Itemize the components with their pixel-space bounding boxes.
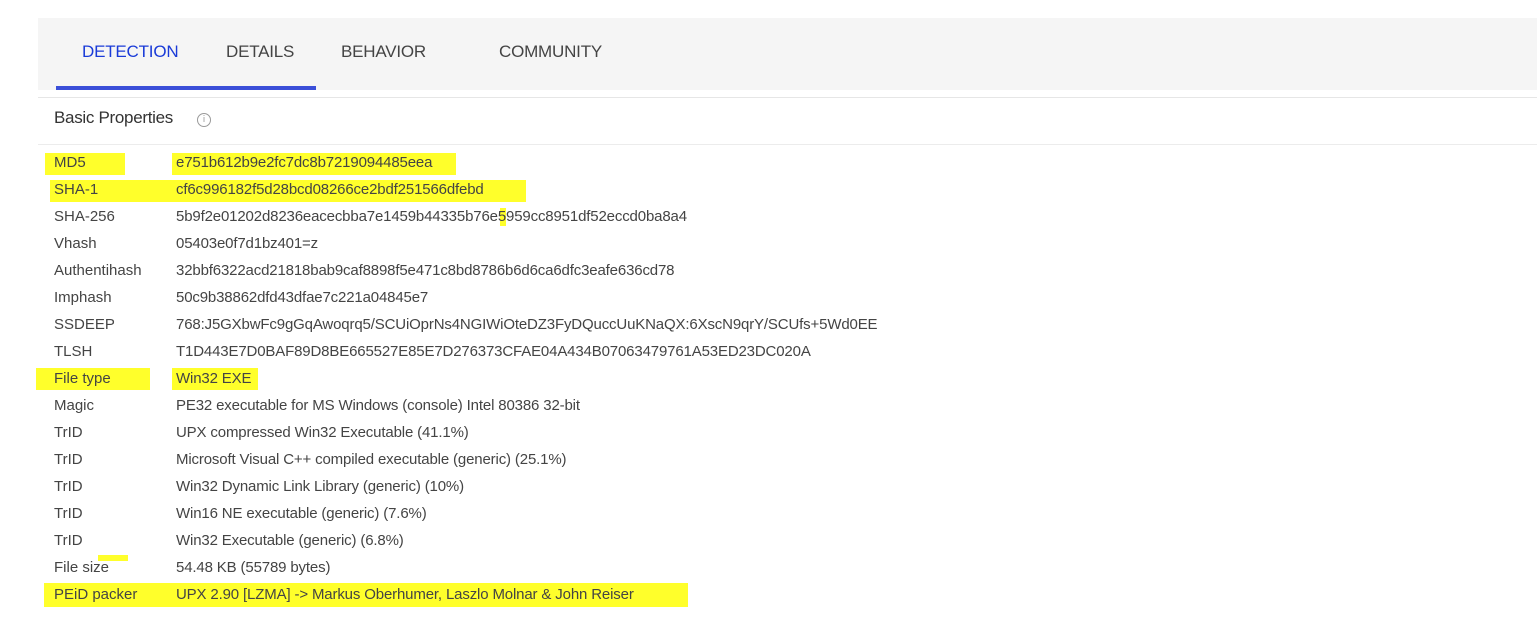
property-key: SSDEEP	[54, 316, 115, 333]
property-value: Win32 EXE	[176, 370, 252, 387]
property-key: PEiD packer	[54, 586, 138, 603]
property-row-sha1: SHA-1 cf6c996182f5d28bcd08266ce2bdf25156…	[0, 177, 1537, 204]
divider	[38, 97, 1537, 98]
property-row-imphash: Imphash 50c9b38862dfd43dfae7c221a04845e7	[0, 285, 1537, 312]
property-key: Vhash	[54, 235, 97, 252]
property-key: File size	[54, 559, 110, 576]
property-key: Imphash	[54, 289, 112, 306]
property-value: e751b612b9e2fc7dc8b7219094485eea	[176, 154, 433, 171]
active-tab-indicator	[56, 86, 316, 90]
property-key: TrID	[54, 424, 83, 441]
property-row-trid: TrID UPX compressed Win32 Executable (41…	[0, 420, 1537, 447]
property-key: TrID	[54, 532, 83, 549]
property-value: 768:J5GXbwFc9gGqAwoqrq5/SCUiOprNs4NGIWiO…	[176, 316, 878, 333]
property-key: SHA-1	[54, 181, 99, 198]
property-key: SHA-256	[54, 208, 115, 225]
property-key: File type	[54, 370, 111, 387]
property-key: TrID	[54, 478, 83, 495]
info-icon[interactable]: i	[197, 113, 211, 127]
property-key: TrID	[54, 451, 83, 468]
property-value: PE32 executable for MS Windows (console)…	[176, 397, 580, 414]
property-key: TrID	[54, 505, 83, 522]
property-row-sha256: SHA-256 5b9f2e01202d8236eacecbba7e1459b4…	[0, 204, 1537, 231]
property-row-trid: TrID Win32 Dynamic Link Library (generic…	[0, 474, 1537, 501]
tab-behavior[interactable]: BEHAVIOR	[341, 18, 426, 90]
property-key: MD5	[54, 154, 86, 171]
property-row-vhash: Vhash 05403e0f7d1bz401=z	[0, 231, 1537, 258]
property-value: Microsoft Visual C++ compiled executable…	[176, 451, 567, 468]
property-value: 50c9b38862dfd43dfae7c221a04845e7	[176, 289, 429, 306]
property-row-file-type: File type Win32 EXE	[0, 366, 1537, 393]
property-value: 05403e0f7d1bz401=z	[176, 235, 319, 252]
tab-bar: DETECTION DETAILS BEHAVIOR COMMUNITY	[38, 18, 1537, 90]
property-row-tlsh: TLSH T1D443E7D0BAF89D8BE665527E85E7D2763…	[0, 339, 1537, 366]
tab-detection[interactable]: DETECTION	[82, 18, 179, 90]
property-value: Win32 Dynamic Link Library (generic) (10…	[176, 478, 464, 495]
property-key: Authentihash	[54, 262, 142, 279]
property-value: T1D443E7D0BAF89D8BE665527E85E7D276373CFA…	[176, 343, 811, 360]
divider	[38, 144, 1537, 145]
tab-details[interactable]: DETAILS	[226, 18, 294, 90]
property-row-trid: TrID Win32 Executable (generic) (6.8%)	[0, 528, 1537, 555]
property-value: Win32 Executable (generic) (6.8%)	[176, 532, 404, 549]
property-key: Magic	[54, 397, 95, 414]
property-value: 32bbf6322acd21818bab9caf8898f5e471c8bd87…	[176, 262, 675, 279]
property-value: 5b9f2e01202d8236eacecbba7e1459b44335b76e…	[176, 208, 687, 225]
property-row-file-size: File size 54.48 KB (55789 bytes)	[0, 555, 1537, 582]
property-value: UPX compressed Win32 Executable (41.1%)	[176, 424, 469, 441]
property-row-magic: Magic PE32 executable for MS Windows (co…	[0, 393, 1537, 420]
section-title: Basic Properties	[54, 108, 173, 127]
tab-community[interactable]: COMMUNITY	[499, 18, 602, 90]
property-value: cf6c996182f5d28bcd08266ce2bdf251566dfebd	[176, 181, 484, 198]
property-value: Win16 NE executable (generic) (7.6%)	[176, 505, 427, 522]
property-value: UPX 2.90 [LZMA] -> Markus Oberhumer, Las…	[176, 586, 634, 603]
property-row-ssdeep: SSDEEP 768:J5GXbwFc9gGqAwoqrq5/SCUiOprNs…	[0, 312, 1537, 339]
property-row-trid: TrID Microsoft Visual C++ compiled execu…	[0, 447, 1537, 474]
properties-list: MD5 e751b612b9e2fc7dc8b7219094485eea SHA…	[0, 150, 1537, 609]
property-row-trid: TrID Win16 NE executable (generic) (7.6%…	[0, 501, 1537, 528]
property-row-authentihash: Authentihash 32bbf6322acd21818bab9caf889…	[0, 258, 1537, 285]
property-key: TLSH	[54, 343, 93, 360]
property-value: 54.48 KB (55789 bytes)	[176, 559, 331, 576]
property-row-peid-packer: PEiD packer UPX 2.90 [LZMA] -> Markus Ob…	[0, 582, 1537, 609]
property-row-md5: MD5 e751b612b9e2fc7dc8b7219094485eea	[0, 150, 1537, 177]
